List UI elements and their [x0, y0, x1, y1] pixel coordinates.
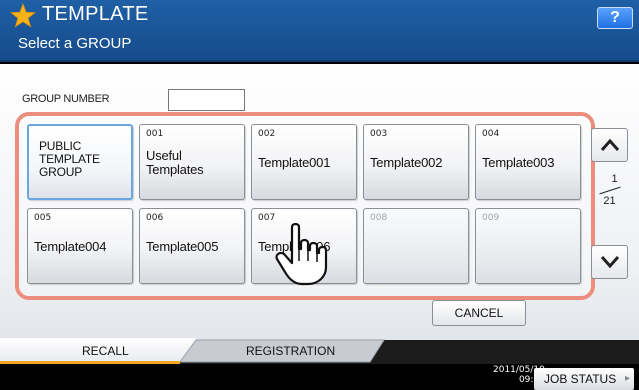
tile-number: 005 [34, 213, 52, 223]
tile-number: 003 [370, 129, 388, 139]
job-status-label: JOB STATUS [544, 372, 617, 386]
status-bar: 2011/05/10 09:18 JOB STATUS ▸ [0, 364, 639, 390]
tile-name: Template003 [482, 155, 555, 170]
group-number-label: GROUP NUMBER [22, 93, 110, 105]
tile-name: Template001 [258, 155, 331, 170]
group-tile-004[interactable]: 004 Template003 [475, 124, 581, 200]
page-divider [598, 186, 621, 195]
group-tile-009[interactable]: 009 [475, 208, 581, 284]
page-down-button[interactable] [591, 245, 628, 279]
group-tile-008[interactable]: 008 [363, 208, 469, 284]
title-bar: TEMPLATE Select a GROUP ? [0, 0, 639, 62]
group-tile-006[interactable]: 006 Template005 [139, 208, 245, 284]
group-tile-002[interactable]: 002 Template001 [251, 124, 357, 200]
pointing-hand-icon [275, 223, 328, 286]
cancel-button[interactable]: CANCEL [432, 300, 526, 326]
page-indicator: 1 21 [591, 173, 628, 207]
tile-number: 009 [482, 213, 500, 223]
tile-number: 007 [258, 213, 276, 223]
tab-recall[interactable]: RECALL [0, 338, 196, 364]
tile-name: Template002 [370, 155, 443, 170]
page-subtitle: Select a GROUP [18, 35, 132, 52]
chevron-up-icon [600, 138, 620, 151]
group-tile-001[interactable]: 001 Useful Templates [139, 124, 245, 200]
page-total: 21 [603, 195, 616, 207]
page-up-button[interactable] [591, 128, 628, 162]
tile-number: 004 [482, 129, 500, 139]
tab-registration[interactable]: REGISTRATION [190, 340, 386, 362]
tile-name: Useful Templates [146, 148, 204, 177]
tile-number: 006 [146, 213, 164, 223]
tile-name: PUBLIC TEMPLATE GROUP [39, 139, 100, 179]
group-tile-005[interactable]: 005 Template004 [27, 208, 133, 284]
tile-number: 001 [146, 129, 164, 139]
main-panel: GROUP NUMBER PUBLIC TEMPLATE GROUP 001 U… [0, 64, 639, 340]
job-status-button[interactable]: JOB STATUS ▸ [534, 368, 634, 390]
tile-name: Template004 [34, 239, 107, 254]
tile-name: Template005 [146, 239, 219, 254]
tab-registration-label: REGISTRATION [246, 344, 336, 358]
help-button[interactable]: ? [597, 7, 633, 29]
group-number-input[interactable] [168, 89, 245, 111]
chevron-right-icon: ▸ [624, 373, 630, 384]
chevron-down-icon [600, 256, 620, 269]
page-current: 1 [611, 173, 618, 185]
page-title: TEMPLATE [42, 3, 149, 25]
tile-number: 008 [370, 213, 388, 223]
group-tile-003[interactable]: 003 Template002 [363, 124, 469, 200]
tile-number: 002 [258, 129, 276, 139]
tab-recall-label: RECALL [82, 344, 129, 358]
star-icon [10, 3, 36, 28]
group-tile-public[interactable]: PUBLIC TEMPLATE GROUP [27, 124, 133, 200]
